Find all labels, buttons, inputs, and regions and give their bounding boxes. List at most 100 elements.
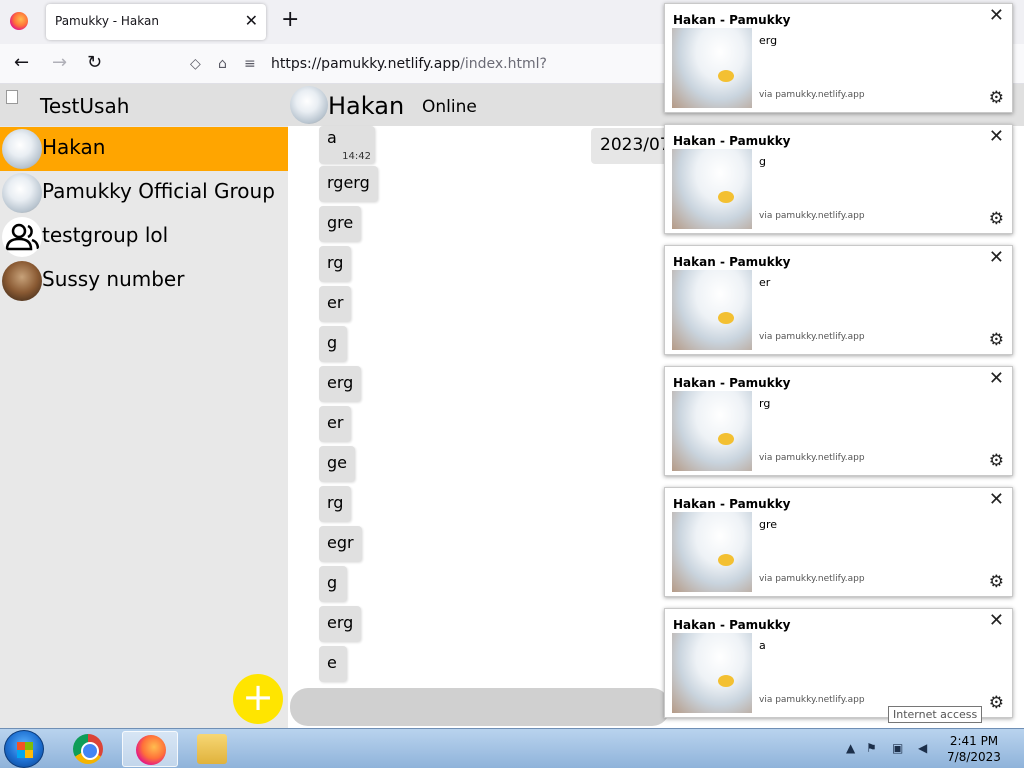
message-text: g xyxy=(327,573,338,592)
message-bubble[interactable]: rg xyxy=(319,246,352,282)
notification-image xyxy=(672,149,752,229)
gear-icon[interactable]: ⚙ xyxy=(989,694,1004,712)
gear-icon[interactable]: ⚙ xyxy=(989,331,1004,349)
firefox-icon xyxy=(136,735,166,765)
clock-date: 7/8/2023 xyxy=(947,750,1001,764)
network-tooltip: Internet access xyxy=(888,706,983,723)
network-icon[interactable]: ▣ xyxy=(892,741,903,755)
chat-item-testgroup-lol[interactable]: testgroup lol xyxy=(0,215,288,259)
chat-item-sussy-number[interactable]: Sussy number xyxy=(0,259,288,303)
message-text: er xyxy=(327,293,344,312)
notification-body: rg xyxy=(759,397,771,410)
close-icon[interactable]: ✕ xyxy=(989,6,1004,26)
notification-popup[interactable]: Hakan - Pamukky a via pamukky.netlify.app ✕… xyxy=(664,608,1013,718)
notification-popup[interactable]: Hakan - Pamukky er via pamukky.netlify.app… xyxy=(664,245,1013,355)
notification-body: er xyxy=(759,276,771,289)
new-tab-button[interactable]: + xyxy=(281,9,299,31)
username[interactable]: TestUsah xyxy=(40,94,129,118)
notification-title: Hakan - Pamukky xyxy=(673,618,791,632)
chat-title[interactable]: Hakan xyxy=(328,92,404,120)
back-button[interactable]: ← xyxy=(14,53,29,73)
tab-title: Pamukky - Hakan xyxy=(55,14,159,28)
message-bubble[interactable]: a 14:42 xyxy=(319,126,375,164)
message-bubble[interactable]: g xyxy=(319,326,347,362)
taskbar-explorer[interactable] xyxy=(184,731,240,767)
gear-icon[interactable]: ⚙ xyxy=(989,210,1004,228)
browser-tab[interactable]: Pamukky - Hakan ✕ xyxy=(46,4,266,40)
chrome-icon xyxy=(73,734,103,764)
action-center-icon[interactable]: ⚑ xyxy=(866,741,877,755)
close-icon[interactable]: ✕ xyxy=(989,248,1004,268)
message-text: rg xyxy=(327,253,344,272)
notification-body: a xyxy=(759,639,766,652)
show-hidden-icons[interactable]: ▲ xyxy=(846,741,855,755)
group-icon xyxy=(2,217,42,257)
shield-icon[interactable]: ◇ xyxy=(190,56,201,72)
chat-name: Pamukky Official Group xyxy=(42,179,275,203)
notification-popup[interactable]: Hakan - Pamukky erg via pamukky.netlify.ap… xyxy=(664,3,1013,113)
close-icon[interactable]: ✕ xyxy=(989,369,1004,389)
message-composer[interactable] xyxy=(290,688,670,726)
message-bubble[interactable]: g xyxy=(319,566,347,602)
taskbar-firefox[interactable] xyxy=(122,731,178,767)
notification-source: via pamukky.netlify.app xyxy=(759,695,865,705)
message-text: erg xyxy=(327,613,354,632)
start-button[interactable] xyxy=(4,730,44,768)
chat-item-hakan[interactable]: Hakan xyxy=(0,127,288,171)
message-bubble[interactable]: rgerg xyxy=(319,166,378,202)
user-avatar[interactable] xyxy=(6,90,18,104)
avatar[interactable] xyxy=(290,86,328,124)
notification-body: erg xyxy=(759,34,778,47)
notification-image xyxy=(672,28,752,108)
message-bubble[interactable]: erg xyxy=(319,606,362,642)
gear-icon[interactable]: ⚙ xyxy=(989,452,1004,470)
notification-image xyxy=(672,391,752,471)
new-chat-button[interactable]: + xyxy=(233,674,283,724)
gear-icon[interactable]: ⚙ xyxy=(989,573,1004,591)
avatar xyxy=(2,261,42,301)
lock-icon[interactable]: ⌂ xyxy=(218,56,227,72)
message-bubble[interactable]: er xyxy=(319,406,352,442)
taskbar-clock[interactable]: 2:41 PM 7/8/2023 xyxy=(946,733,1002,765)
forward-button[interactable]: → xyxy=(52,53,67,73)
close-icon[interactable]: ✕ xyxy=(989,127,1004,147)
notification-source: via pamukky.netlify.app xyxy=(759,332,865,342)
message-bubble[interactable]: erg xyxy=(319,366,362,402)
firefox-menu-icon[interactable] xyxy=(10,12,28,30)
notification-title: Hakan - Pamukky xyxy=(673,255,791,269)
notification-image xyxy=(672,512,752,592)
message-text: e xyxy=(327,653,337,672)
chat-name: Hakan xyxy=(42,135,106,159)
reload-button[interactable]: ↻ xyxy=(87,53,102,73)
folder-icon xyxy=(197,734,227,764)
close-icon[interactable]: ✕ xyxy=(989,611,1004,631)
avatar xyxy=(2,173,42,213)
message-bubble[interactable]: er xyxy=(319,286,352,322)
message-time: 14:42 xyxy=(342,151,371,162)
notification-title: Hakan - Pamukky xyxy=(673,134,791,148)
notification-image xyxy=(672,633,752,713)
notification-popup[interactable]: Hakan - Pamukky g via pamukky.netlify.app ✕… xyxy=(664,124,1013,234)
url-bar[interactable]: ◇ ⌂ ≡ https://pamukky.netlify.app/index.… xyxy=(180,50,660,78)
message-bubble[interactable]: ge xyxy=(319,446,355,482)
notification-body: g xyxy=(759,155,766,168)
volume-muted-icon[interactable]: ◀ xyxy=(918,741,927,755)
taskbar-chrome[interactable] xyxy=(60,731,116,767)
permissions-icon[interactable]: ≡ xyxy=(244,56,256,72)
close-icon[interactable]: ✕ xyxy=(989,490,1004,510)
tab-close-icon[interactable]: ✕ xyxy=(245,11,258,30)
notification-popup[interactable]: Hakan - Pamukky gre via pamukky.netlify.ap… xyxy=(664,487,1013,597)
notification-title: Hakan - Pamukky xyxy=(673,376,791,390)
url-text[interactable]: https://pamukky.netlify.app/index.html? xyxy=(271,56,547,72)
message-bubble[interactable]: rg xyxy=(319,486,352,522)
message-bubble[interactable]: e xyxy=(319,646,347,682)
message-bubble[interactable]: egr xyxy=(319,526,362,562)
message-bubble[interactable]: gre xyxy=(319,206,362,242)
notification-title: Hakan - Pamukky xyxy=(673,497,791,511)
chat-item-pamukky-official-group[interactable]: Pamukky Official Group xyxy=(0,171,288,215)
message-text: erg xyxy=(327,373,354,392)
message-text: g xyxy=(327,333,338,352)
gear-icon[interactable]: ⚙ xyxy=(989,89,1004,107)
online-status: Online xyxy=(422,97,477,117)
notification-popup[interactable]: Hakan - Pamukky rg via pamukky.netlify.app… xyxy=(664,366,1013,476)
